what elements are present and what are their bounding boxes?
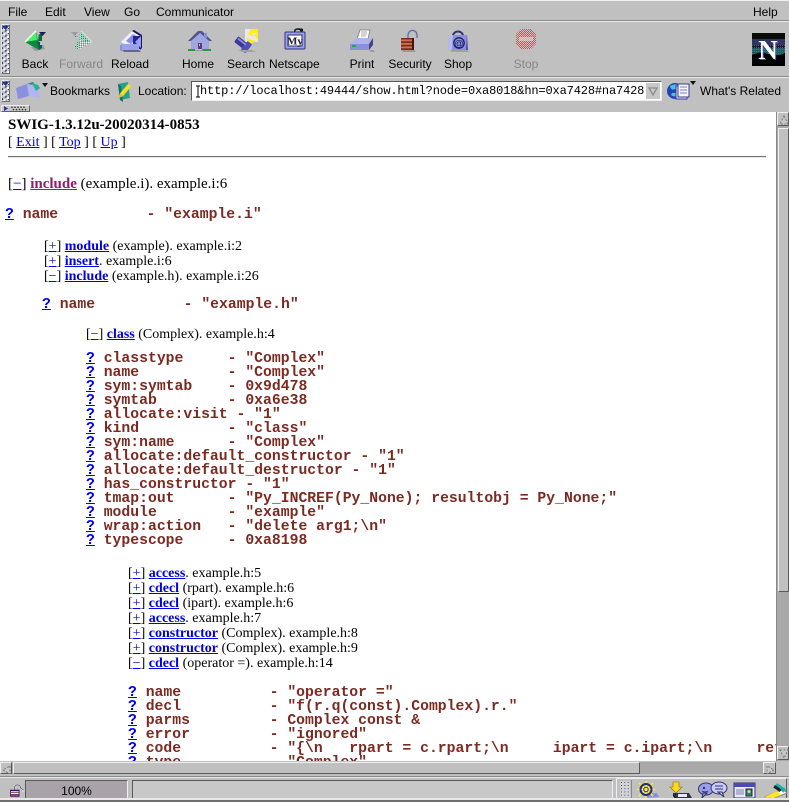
svg-text:My: My — [287, 36, 303, 48]
svg-text:@: @ — [454, 39, 464, 50]
svg-text:N: N — [758, 35, 778, 65]
